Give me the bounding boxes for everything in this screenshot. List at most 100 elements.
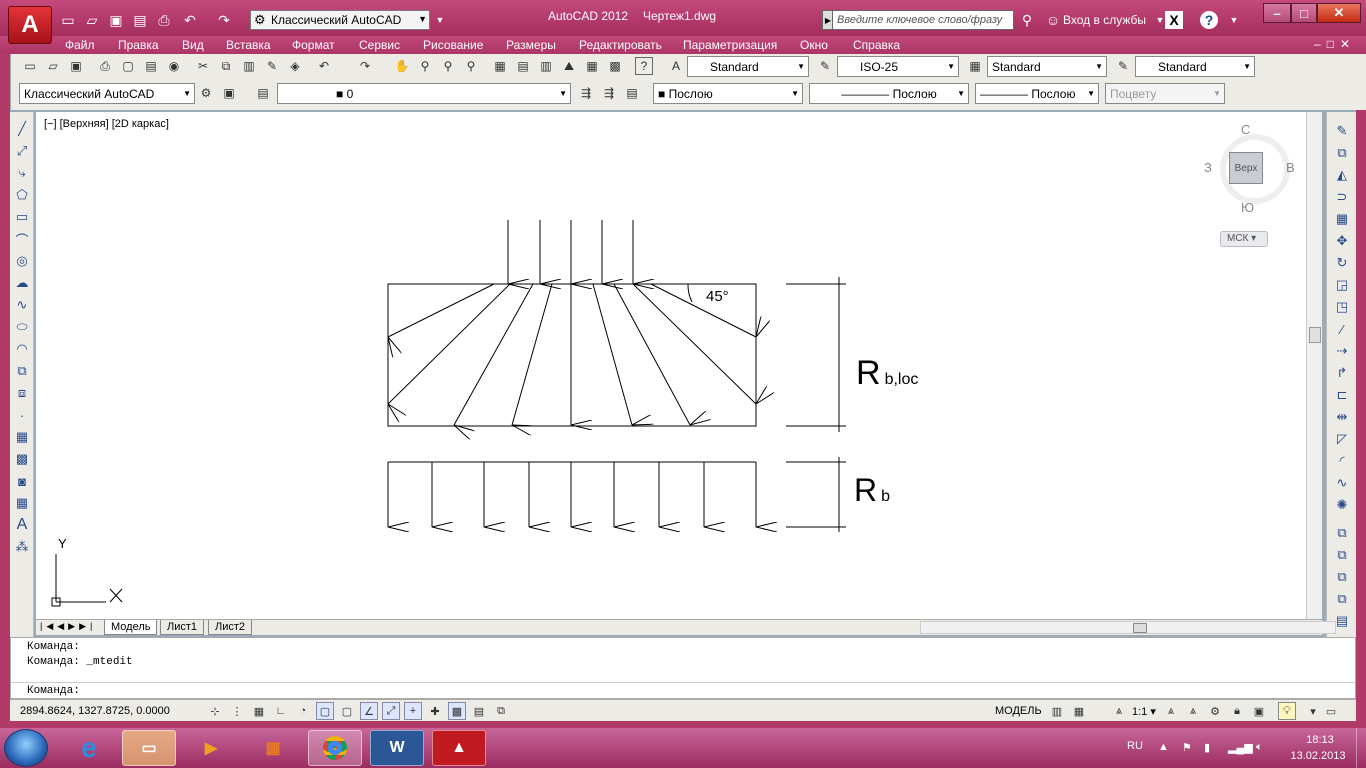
drawing-canvas[interactable]: [−] [Верхняя] [2D каркас] 45° R b,loc R … [36, 112, 1310, 619]
search-input[interactable]: Введите ключевое слово/фразу [832, 10, 1014, 30]
layer-properties-icon[interactable]: ▤ [254, 84, 272, 102]
send-under-icon[interactable]: ⧉ [1333, 590, 1351, 608]
add-selected-icon[interactable]: ⁂ [13, 538, 31, 556]
gear-icon[interactable]: ⚙ [197, 84, 215, 102]
break-icon[interactable]: ⊏ [1333, 386, 1351, 404]
help-icon[interactable]: ? [1200, 11, 1218, 29]
gradient-icon[interactable]: ▩ [13, 450, 31, 468]
bring-above-icon[interactable]: ⧉ [1333, 568, 1351, 586]
viewcube-east[interactable]: В [1286, 160, 1295, 175]
quickcalc-icon[interactable]: ▩ [606, 57, 624, 75]
transparency-icon[interactable]: ▩ [448, 702, 466, 720]
command-line[interactable]: Команда: Команда: _mtedit Команда: [10, 637, 1356, 699]
polygon-icon[interactable]: ⬠ [13, 186, 31, 204]
rectangle-icon[interactable]: ▭ [13, 208, 31, 226]
menu-window[interactable]: Окно [800, 38, 828, 52]
menu-parametric[interactable]: Параметризация [683, 38, 777, 52]
show-hidden-icons-icon[interactable]: ▲ [1158, 741, 1169, 753]
coordinates-readout[interactable]: 2894.8624, 1327.8725, 0.0000 [20, 705, 170, 717]
vertical-scrollbar[interactable] [1306, 112, 1322, 619]
exchange-icon[interactable]: X [1165, 11, 1183, 29]
zoom-previous-icon[interactable]: ⚲ [462, 57, 480, 75]
isolate-objects-icon[interactable]: 💡︎ [1278, 702, 1296, 720]
save-icon[interactable]: ▣ [106, 11, 126, 29]
open-icon[interactable]: ▱ [82, 11, 102, 29]
move-icon[interactable]: ✥ [1333, 232, 1351, 250]
line-icon[interactable]: ╱ [13, 120, 31, 138]
draw-order-front-icon[interactable]: ⧉ [1333, 524, 1351, 542]
pan-icon[interactable]: ✋ [393, 57, 411, 75]
rotate-icon[interactable]: ↻ [1333, 254, 1351, 272]
chamfer-icon[interactable]: ◸ [1333, 430, 1351, 448]
menu-view[interactable]: Вид [182, 38, 204, 52]
quick-view-layouts-icon[interactable]: ▥ [1048, 702, 1066, 720]
mleader-style-icon[interactable]: ✎ [1114, 57, 1132, 75]
clean-screen-icon[interactable]: ▭ [1322, 702, 1340, 720]
language-indicator[interactable]: RU [1127, 740, 1143, 752]
autocad-taskbar-icon[interactable]: ▲ [432, 730, 486, 766]
workspace-select[interactable]: Классический AutoCAD ▼ [19, 83, 195, 104]
workspace-settings-icon[interactable]: ▣ [220, 84, 238, 102]
power-icon[interactable]: ▮ [1204, 741, 1210, 754]
dynamic-input-icon[interactable]: + [404, 702, 422, 720]
layer-state-manager-icon[interactable]: ▤ [623, 84, 641, 102]
polar-tracking-icon[interactable]: ◔ [294, 702, 312, 720]
undo-icon[interactable]: ↶ [315, 57, 333, 75]
menu-file[interactable]: Файл [65, 38, 95, 52]
linetype-select[interactable]: ———— Послою ▼ [809, 83, 969, 104]
dynamic-ucs-icon[interactable]: ⤢ [382, 702, 400, 720]
show-desktop-button[interactable] [1356, 728, 1366, 768]
fillet-icon[interactable]: ◜ [1333, 452, 1351, 470]
horizontal-scroll-thumb[interactable] [1133, 623, 1147, 633]
zoom-window-icon[interactable]: ⚲ [439, 57, 457, 75]
publish-icon[interactable]: ▤ [142, 57, 160, 75]
ucs-menu[interactable]: МСК ▾ [1220, 231, 1268, 247]
menu-dimension[interactable]: Размеры [506, 38, 556, 52]
3d-osnap-icon[interactable]: ▢ [338, 702, 356, 720]
open-icon[interactable]: ▱ [44, 57, 62, 75]
trim-icon[interactable]: ⁄ [1333, 320, 1351, 338]
volume-icon[interactable]: 🔈︎ [1256, 741, 1263, 754]
save-as-icon[interactable]: ▤ [130, 11, 150, 29]
horizontal-scrollbar[interactable] [920, 621, 1336, 634]
text-style-select[interactable]: Standard ▼ [687, 56, 809, 77]
block-editor-icon[interactable]: ◈ [286, 57, 304, 75]
stretch-icon[interactable]: ◳ [1333, 298, 1351, 316]
plot-preview-icon[interactable]: ▢ [119, 57, 137, 75]
table-style-icon[interactable]: ▦ [966, 57, 984, 75]
close-button[interactable]: ✕ [1317, 3, 1361, 23]
plot-icon[interactable]: ⎙ [96, 57, 114, 75]
workspace-select[interactable]: ⚙ Классический AutoCAD ▼ [250, 10, 430, 30]
hardware-acceleration-icon[interactable]: ▣ [1250, 702, 1268, 720]
new-icon[interactable]: ▭ [58, 11, 78, 29]
paste-icon[interactable]: ▥ [240, 57, 258, 75]
draw-order-back-icon[interactable]: ⧉ [1333, 546, 1351, 564]
cut-icon[interactable]: ✂ [194, 57, 212, 75]
design-center-icon[interactable]: ▤ [514, 57, 532, 75]
region-icon[interactable]: ◙ [13, 472, 31, 490]
table-style-select[interactable]: Standard ▼ [987, 56, 1107, 77]
arc-icon[interactable]: ⌒ [13, 230, 31, 248]
quick-access-menu-icon[interactable]: ▼ [430, 11, 450, 29]
layer-select[interactable]: ■ 0 ▼ [277, 83, 571, 104]
workspace-switching-icon[interactable]: ⚙ [1206, 702, 1224, 720]
ellipse-icon[interactable]: ⬭ [13, 318, 31, 336]
mirror-icon[interactable]: ◭ [1333, 166, 1351, 184]
viewcube-south[interactable]: Ю [1241, 200, 1254, 215]
network-icon[interactable]: ▂▄▆ [1228, 741, 1253, 754]
mtext-icon[interactable]: A [13, 516, 31, 534]
layer-previous-icon[interactable]: ⇶ [600, 84, 618, 102]
minimize-button[interactable]: – [1263, 3, 1291, 23]
object-snap-tracking-icon[interactable]: ∠ [360, 702, 378, 720]
quick-view-drawings-icon[interactable]: ▦ [1070, 702, 1088, 720]
tool-palettes-icon[interactable]: ▥ [537, 57, 555, 75]
circle-icon[interactable]: ◎ [13, 252, 31, 270]
construction-line-icon[interactable]: ⤢ [13, 142, 31, 160]
word-icon[interactable]: W [370, 730, 424, 766]
copy-object-icon[interactable]: ⧉ [1333, 144, 1351, 162]
document-window-controls[interactable]: –□✕ [1314, 37, 1356, 51]
explode-icon[interactable]: ✺ [1333, 496, 1351, 514]
viewcube[interactable]: Верх С Ю З В [1204, 122, 1306, 217]
menu-modify[interactable]: Редактировать [579, 38, 662, 52]
quick-properties-icon[interactable]: ▤ [470, 702, 488, 720]
